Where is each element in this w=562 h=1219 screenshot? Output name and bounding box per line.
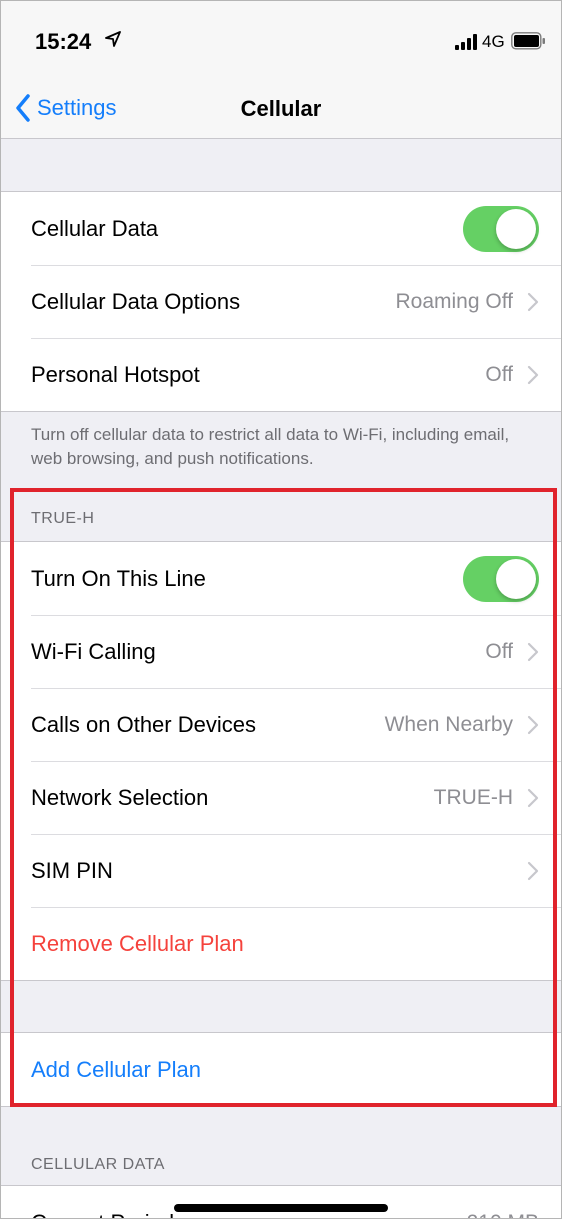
- row-label: Cellular Data Options: [31, 288, 241, 314]
- row-value: Off: [485, 639, 513, 663]
- add-plan-group: Add Cellular Plan: [1, 1032, 561, 1107]
- network-type: 4G: [482, 32, 505, 51]
- cellular-data-toggle[interactable]: [463, 205, 539, 252]
- row-value: 210 MB: [467, 1211, 539, 1219]
- chevron-right-icon: [527, 861, 539, 880]
- cellular-data-group: Cellular Data Cellular Data Options Roam…: [1, 191, 561, 412]
- remove-cellular-plan-row[interactable]: Remove Cellular Plan: [1, 907, 561, 980]
- chevron-right-icon: [527, 365, 539, 384]
- row-label: Personal Hotspot: [31, 361, 200, 387]
- row-label: Network Selection: [31, 784, 209, 810]
- battery-icon: [511, 32, 545, 50]
- cellular-data-section-header: CELLULAR DATA: [31, 1156, 165, 1173]
- true-h-group: Turn On This Line Wi-Fi Calling Off Call…: [1, 541, 561, 981]
- status-bar: 15:24 4G: [1, 1, 561, 71]
- cellular-usage-group: Current Period 210 MB: [1, 1185, 561, 1219]
- row-value: When Nearby: [384, 712, 513, 736]
- current-period-row: Current Period 210 MB: [1, 1186, 561, 1219]
- cellular-settings-screen: 15:24 4G Settings Cellular Cellular Data…: [0, 0, 562, 1219]
- row-label: Wi-Fi Calling: [31, 638, 156, 664]
- cellular-data-row: Cellular Data: [1, 192, 561, 265]
- status-time: 15:24: [35, 29, 92, 54]
- row-label: SIM PIN: [31, 857, 113, 883]
- remove-cellular-plan-button[interactable]: Remove Cellular Plan: [31, 931, 539, 957]
- wifi-calling-row[interactable]: Wi-Fi Calling Off: [1, 615, 561, 688]
- add-cellular-plan-button[interactable]: Add Cellular Plan: [31, 1057, 539, 1083]
- network-selection-row[interactable]: Network Selection TRUE-H: [1, 761, 561, 834]
- cellular-data-footer-note: Turn off cellular data to restrict all d…: [31, 425, 510, 468]
- row-label: Calls on Other Devices: [31, 711, 256, 737]
- true-h-section-header: TRUE-H: [31, 510, 95, 527]
- row-value: Off: [485, 362, 513, 386]
- cellular-data-options-row[interactable]: Cellular Data Options Roaming Off: [1, 265, 561, 338]
- personal-hotspot-row[interactable]: Personal Hotspot Off: [1, 338, 561, 411]
- calls-other-devices-row[interactable]: Calls on Other Devices When Nearby: [1, 688, 561, 761]
- turn-on-line-toggle[interactable]: [463, 555, 539, 602]
- location-icon: [105, 31, 121, 47]
- toggle-knob: [496, 208, 536, 249]
- row-label: Turn On This Line: [31, 565, 206, 591]
- chevron-right-icon: [527, 642, 539, 661]
- home-indicator: [174, 1204, 388, 1212]
- chevron-right-icon: [527, 715, 539, 734]
- sim-pin-row[interactable]: SIM PIN: [1, 834, 561, 907]
- turn-on-line-row: Turn On This Line: [1, 542, 561, 615]
- row-label: Cellular Data: [31, 215, 159, 241]
- page-title: Cellular: [240, 96, 322, 121]
- row-value: Roaming Off: [395, 289, 514, 313]
- chevron-right-icon: [527, 292, 539, 311]
- add-cellular-plan-row[interactable]: Add Cellular Plan: [1, 1033, 561, 1106]
- navigation-bar: Settings Cellular: [1, 71, 561, 139]
- signal-icon: [455, 34, 477, 50]
- row-value: TRUE-H: [433, 785, 513, 809]
- toggle-knob: [496, 558, 536, 599]
- chevron-right-icon: [527, 788, 539, 807]
